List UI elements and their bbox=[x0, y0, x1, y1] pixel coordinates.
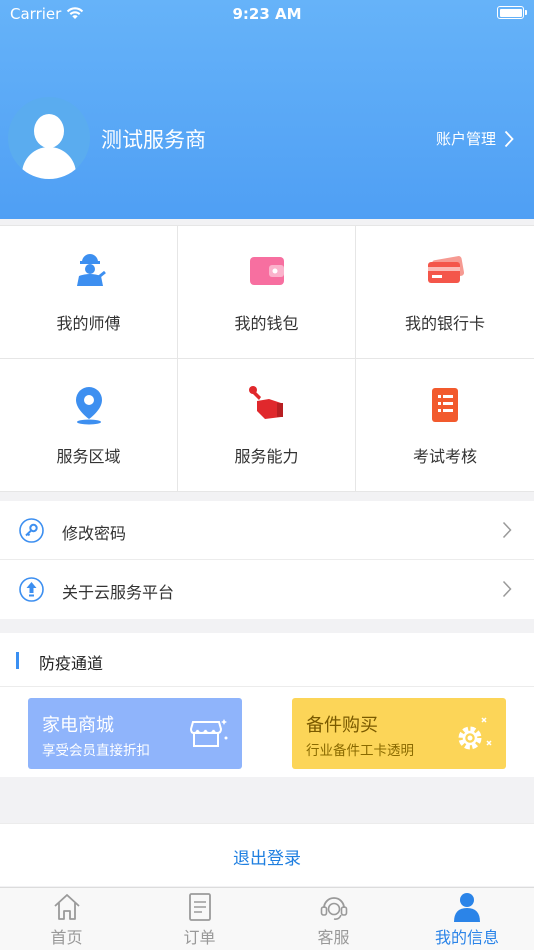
grid-item-label: 我的师傅 bbox=[56, 314, 121, 333]
section-title: 防疫通道 bbox=[39, 654, 104, 673]
account-management-label: 账户管理 bbox=[435, 130, 496, 148]
tab-label: 客服 bbox=[317, 928, 350, 947]
bank-card-icon bbox=[428, 256, 465, 283]
chevron-right-icon bbox=[502, 580, 512, 598]
grid-item-label: 服务能力 bbox=[234, 447, 299, 466]
gear-icon bbox=[458, 717, 492, 750]
tab-label: 首页 bbox=[50, 928, 83, 947]
grid-item-service-area[interactable]: 服务区域 bbox=[0, 359, 178, 492]
store-icon bbox=[190, 719, 228, 747]
epidemic-channel-section: 防疫通道 家电商城 享受会员直接折扣 备件购买 行业备件工卡透明 bbox=[0, 633, 534, 777]
card-appliance-mall[interactable]: 家电商城 享受会员直接折扣 bbox=[28, 698, 242, 769]
wallet-icon bbox=[249, 257, 284, 285]
tab-bar: 首页 订单 客服 我的信息 bbox=[0, 887, 534, 950]
person-icon bbox=[454, 893, 480, 922]
grid-item-label: 我的钱包 bbox=[234, 314, 299, 333]
grid-item-label: 考试考核 bbox=[412, 447, 477, 466]
card-subtitle: 享受会员直接折扣 bbox=[42, 743, 150, 759]
tab-label: 订单 bbox=[183, 928, 216, 947]
home-icon bbox=[53, 894, 80, 920]
worker-icon bbox=[76, 254, 106, 286]
status-bar: Carrier 9:23 AM bbox=[0, 0, 534, 28]
grid-item-my-masters[interactable]: 我的师傅 bbox=[0, 226, 178, 359]
tab-home[interactable]: 首页 bbox=[0, 888, 133, 950]
grid-item-label: 我的银行卡 bbox=[404, 314, 485, 333]
section-accent-bar bbox=[16, 652, 19, 669]
tab-my-info[interactable]: 我的信息 bbox=[400, 888, 534, 950]
grid-item-exam-assessment[interactable]: 考试考核 bbox=[356, 359, 534, 492]
list-item-label: 关于云服务平台 bbox=[62, 583, 175, 602]
headset-icon bbox=[320, 897, 347, 920]
profile-header: Carrier 9:23 AM 测试服务商 账户管理 bbox=[0, 0, 534, 219]
tab-customer-service[interactable]: 客服 bbox=[267, 888, 400, 950]
status-time: 9:23 AM bbox=[232, 5, 302, 23]
profile-name: 测试服务商 bbox=[101, 128, 206, 152]
battery-icon bbox=[497, 6, 527, 19]
logout-label: 退出登录 bbox=[233, 849, 301, 869]
avatar[interactable] bbox=[8, 97, 90, 179]
location-pin-icon bbox=[75, 387, 102, 425]
feature-grid: 我的师傅 我的钱包 我的银行卡 服务区域 服务能力 考试考核 bbox=[0, 225, 534, 492]
list-item-label: 修改密码 bbox=[62, 524, 127, 543]
order-icon bbox=[188, 893, 211, 921]
card-subtitle: 行业备件工卡透明 bbox=[306, 743, 414, 759]
chevron-right-icon bbox=[502, 521, 512, 539]
list-item-about-platform[interactable]: 关于云服务平台 bbox=[0, 560, 534, 619]
grid-item-label: 服务区域 bbox=[56, 447, 121, 466]
tab-orders[interactable]: 订单 bbox=[133, 888, 266, 950]
card-title: 家电商城 bbox=[42, 715, 114, 736]
grid-item-my-wallet[interactable]: 我的钱包 bbox=[178, 226, 356, 359]
tab-label: 我的信息 bbox=[434, 928, 499, 947]
grid-item-my-bank-card[interactable]: 我的银行卡 bbox=[356, 226, 534, 359]
key-icon bbox=[19, 518, 44, 543]
upload-info-icon bbox=[19, 577, 44, 602]
card-parts-purchase[interactable]: 备件购买 行业备件工卡透明 bbox=[292, 698, 506, 769]
logout-button[interactable]: 退出登录 bbox=[0, 823, 534, 886]
list-item-change-password[interactable]: 修改密码 bbox=[0, 501, 534, 560]
card-title: 备件购买 bbox=[306, 715, 378, 736]
document-scroll-icon bbox=[432, 388, 458, 422]
grid-item-service-capability[interactable]: 服务能力 bbox=[178, 359, 356, 492]
chevron-right-icon bbox=[504, 130, 514, 147]
section-header: 防疫通道 bbox=[0, 633, 534, 687]
account-management-link[interactable]: 账户管理 bbox=[436, 128, 514, 149]
wrench-hand-icon bbox=[248, 386, 283, 419]
